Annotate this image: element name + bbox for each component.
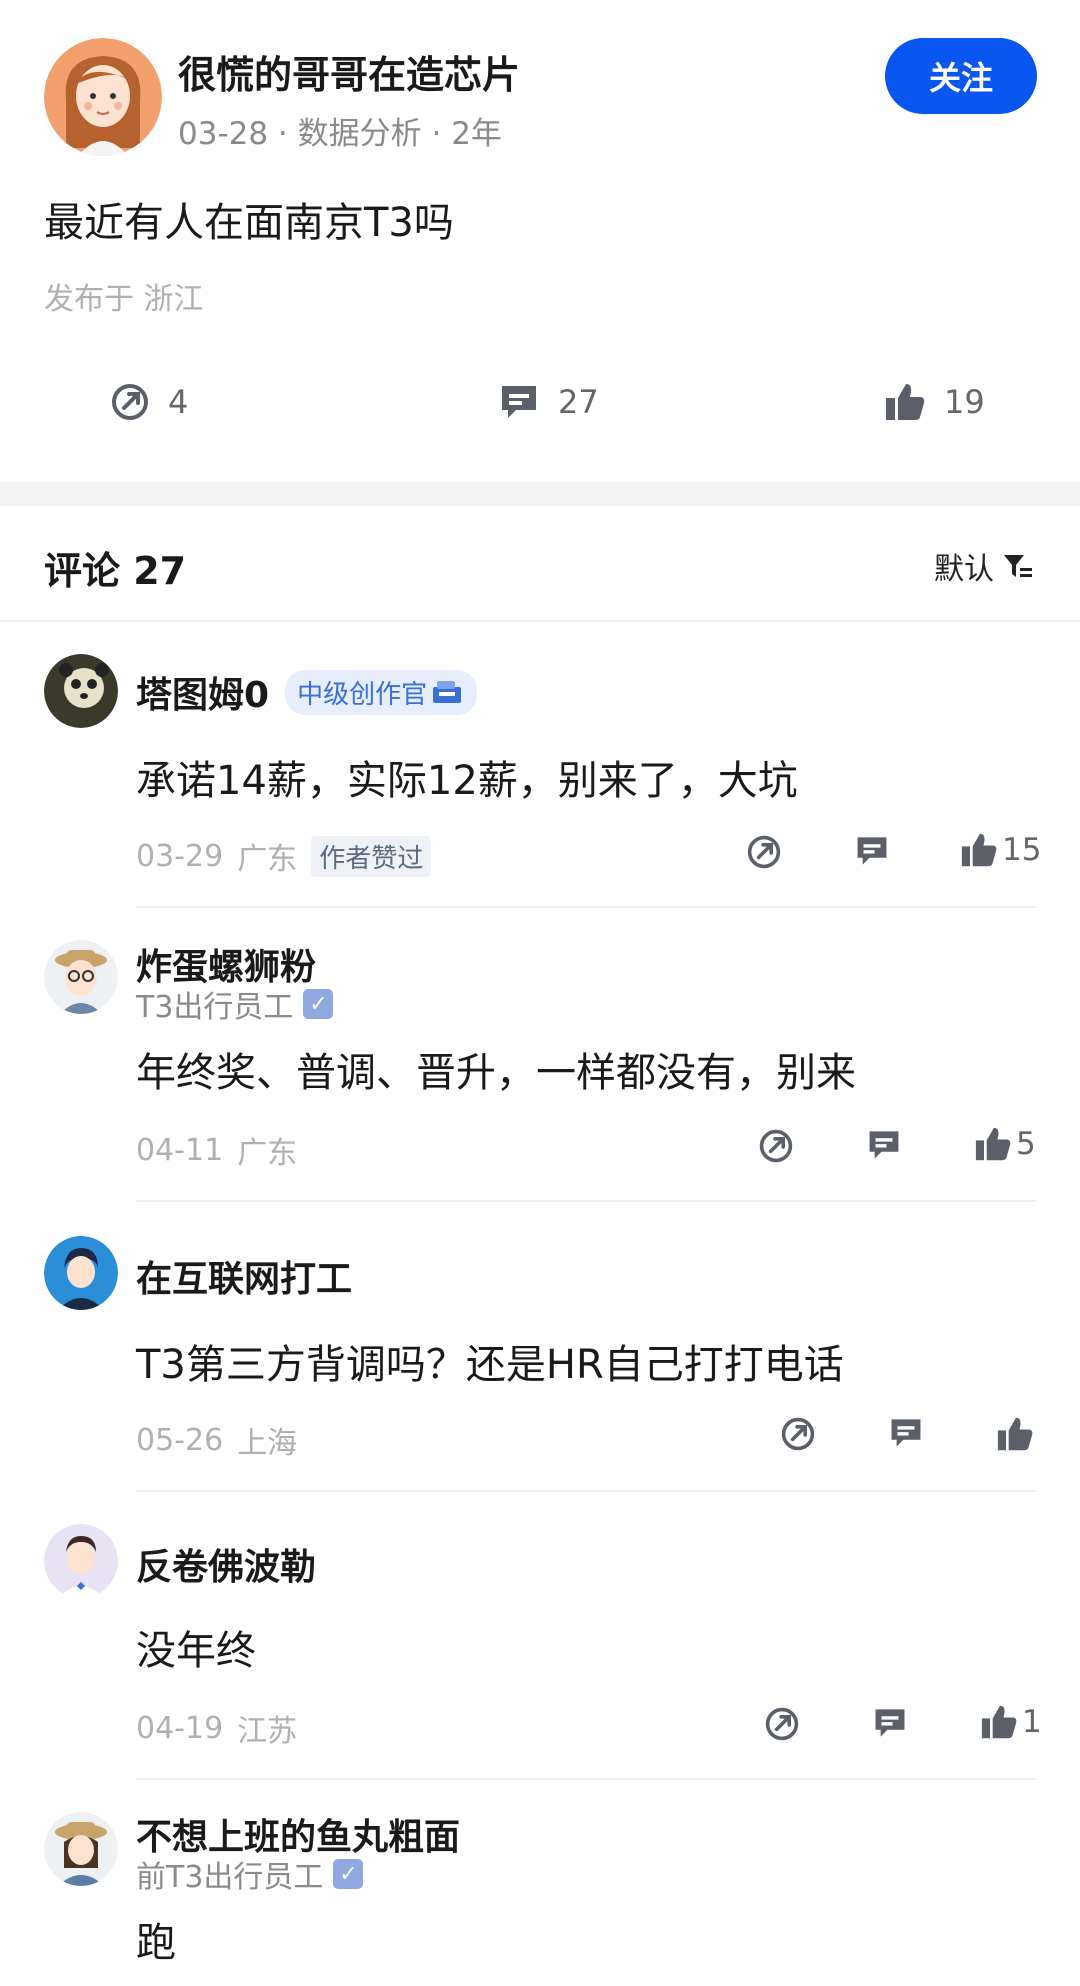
comment-like-count: 5 <box>1016 1126 1036 1162</box>
comment-like[interactable] <box>996 1416 1038 1452</box>
verified-icon: ✓ <box>303 989 334 1019</box>
comment-divider <box>136 1778 1036 1780</box>
verified-icon: ✓ <box>333 1859 364 1889</box>
share-icon[interactable] <box>764 1706 800 1742</box>
comment-author[interactable]: 塔图姆0 中级创作官 <box>136 666 478 718</box>
author-name[interactable]: 很慌的哥哥在造芯片 <box>178 44 520 99</box>
follow-button[interactable]: 关注 <box>885 38 1037 114</box>
comment-meta: 04-11 广东 <box>136 1128 297 1172</box>
comment-like[interactable]: 1 <box>980 1704 1042 1740</box>
comment-like[interactable]: 5 <box>974 1126 1036 1162</box>
comment-text: 没年终 <box>136 1628 256 1674</box>
comment-like-count: 15 <box>1002 832 1042 868</box>
comment-count: 27 <box>558 383 599 421</box>
comment-date: 04-19 <box>136 1710 224 1746</box>
reply-icon[interactable] <box>872 1706 908 1740</box>
share-action[interactable]: 4 <box>110 382 188 422</box>
like-action[interactable]: 19 <box>884 382 985 422</box>
comment-text: 跑 <box>136 1920 176 1966</box>
share-icon[interactable] <box>758 1128 794 1164</box>
post-title: 最近有人在面南京T3吗 <box>44 200 454 246</box>
comment-divider <box>136 1200 1036 1202</box>
thumbs-up-icon <box>974 1126 1012 1162</box>
comment-like[interactable]: 15 <box>960 832 1041 868</box>
comment-action[interactable]: 27 <box>498 382 599 422</box>
share-icon[interactable] <box>746 834 782 870</box>
comment-divider <box>136 1490 1036 1492</box>
creator-level-label: 中级创作官 <box>297 679 428 710</box>
comment-author-name: 塔图姆0 <box>136 675 270 716</box>
filter-icon <box>1002 550 1034 582</box>
reply-icon[interactable] <box>854 834 890 868</box>
thumbs-up-icon <box>996 1416 1034 1452</box>
thumbs-up-icon <box>884 382 926 422</box>
sort-label: 默认 <box>934 552 994 587</box>
comment-icon <box>498 382 540 422</box>
comment-author-title: 前T3出行员工 ✓ <box>136 1852 364 1896</box>
comment-date: 03-29 <box>136 838 224 874</box>
section-divider <box>0 482 1080 506</box>
comment-region: 上海 <box>237 1426 298 1461</box>
comment-meta: 03-29 广东 作者赞过 <box>136 834 432 878</box>
like-count: 19 <box>944 383 985 421</box>
share-count: 4 <box>168 383 189 421</box>
sort-button[interactable]: 默认 <box>934 544 1034 588</box>
comment-author-name[interactable]: 在互联网打工 <box>136 1250 352 1302</box>
thumbs-up-icon <box>960 832 998 868</box>
author-liked-badge: 作者赞过 <box>311 835 432 877</box>
comment-like-count: 1 <box>1022 1704 1042 1740</box>
comment-date: 04-11 <box>136 1132 224 1168</box>
comment-author-name[interactable]: 反卷佛波勒 <box>136 1538 316 1590</box>
comment-region: 广东 <box>237 842 298 877</box>
comment-avatar[interactable] <box>44 1812 118 1886</box>
comment-region: 广东 <box>237 1136 298 1171</box>
creator-level-badge: 中级创作官 <box>285 669 478 715</box>
company-label: T3出行员工 <box>136 990 294 1025</box>
comment-text: T3第三方背调吗？还是HR自己打打电话 <box>136 1342 844 1388</box>
comment-date: 05-26 <box>136 1422 224 1458</box>
author-avatar[interactable] <box>44 38 162 156</box>
comment-text: 年终奖、普调、晋升，一样都没有，别来 <box>136 1050 856 1096</box>
company-label: 前T3出行员工 <box>136 1860 324 1895</box>
comment-avatar[interactable] <box>44 654 118 728</box>
reply-icon[interactable] <box>866 1128 902 1162</box>
comment-author-title: T3出行员工 ✓ <box>136 982 334 1026</box>
comment-divider <box>136 906 1036 908</box>
reply-icon[interactable] <box>888 1416 924 1450</box>
comment-region: 江苏 <box>237 1714 298 1749</box>
share-icon[interactable] <box>780 1416 816 1452</box>
share-icon <box>110 382 150 422</box>
comments-title: 评论 27 <box>44 549 187 593</box>
thumbs-up-icon <box>980 1704 1018 1740</box>
comment-meta: 04-19 江苏 <box>136 1706 297 1750</box>
comment-avatar[interactable] <box>44 1524 118 1598</box>
comment-text: 承诺14薪，实际12薪，别来了，大坑 <box>136 758 798 804</box>
comment-avatar[interactable] <box>44 940 118 1014</box>
badge-icon <box>431 679 465 705</box>
comment-avatar[interactable] <box>44 1236 118 1310</box>
comment-meta: 05-26 上海 <box>136 1418 297 1462</box>
author-meta: 03-28 · 数据分析 · 2年 <box>178 116 502 152</box>
post-location: 发布于 浙江 <box>44 282 204 317</box>
comments-header-divider <box>0 620 1080 622</box>
